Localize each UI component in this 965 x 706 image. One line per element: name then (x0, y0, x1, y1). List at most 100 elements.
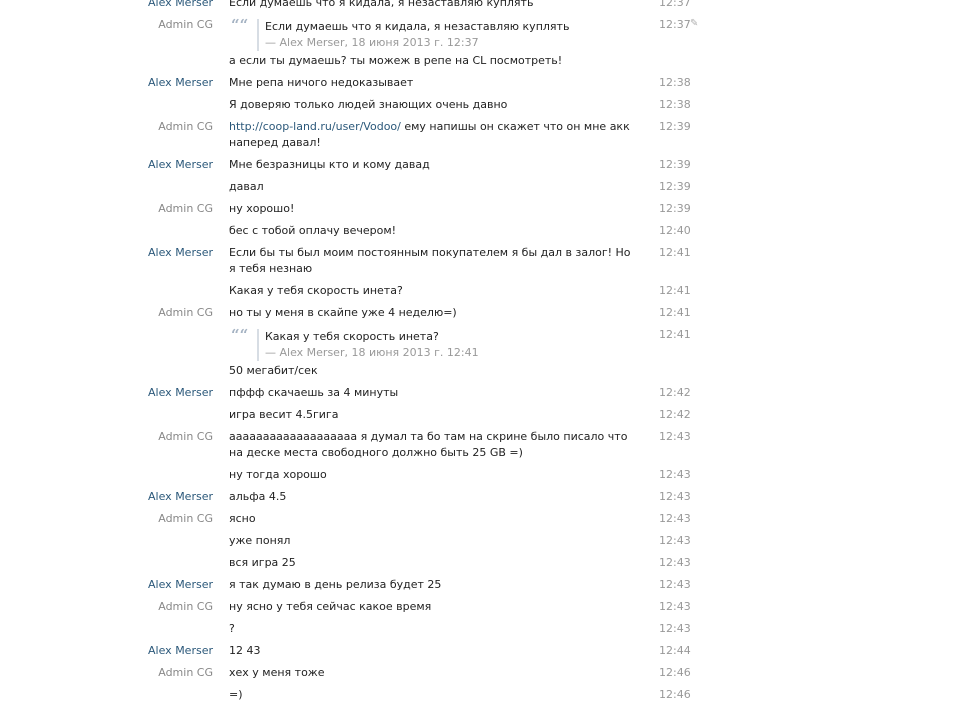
quote-icon: ““ (231, 326, 249, 344)
message-author-link[interactable]: Admin CG (158, 201, 213, 217)
message-row: Alex Merser пффф скачаешь за 4 минуты 12:4… (0, 382, 965, 404)
message-row: ““ Какая у тебя скорость инета? — Alex Mer… (0, 324, 965, 382)
message-author-link[interactable]: Admin CG (158, 599, 213, 615)
message-content: пффф скачаешь за 4 минуты (229, 382, 634, 404)
message-content: игра весит 4.5гига (229, 404, 634, 426)
message-content: =) (229, 684, 634, 706)
message-row: ну тогда хорошо 12:43 (0, 464, 965, 486)
quote-text: Какая у тебя скорость инета? (265, 330, 439, 343)
message-text: ааааааааааааааааааа я думал та бо там на… (229, 430, 628, 459)
message-author-link[interactable]: Alex Merser (148, 157, 213, 173)
message-content: бес с тобой оплачу вечером! (229, 220, 634, 242)
message-content: Я доверяю только людей знающих очень дав… (229, 94, 634, 116)
pencil-icon[interactable]: ✎ (690, 18, 698, 29)
message-row: уже понял 12:43 (0, 530, 965, 552)
message-row: Alex Merser Если думаешь что я кидала, я … (0, 0, 965, 14)
message-author-link[interactable]: Alex Merser (148, 75, 213, 91)
message-time: 12:39 (659, 202, 691, 215)
message-row: Admin CG ну хорошо! 12:39 (0, 198, 965, 220)
message-author-link[interactable]: Admin CG (158, 305, 213, 321)
message-text: пффф скачаешь за 4 минуты (229, 386, 399, 399)
message-text: Я доверяю только людей знающих очень дав… (229, 98, 508, 111)
message-content: http://coop-land.ru/user/Vodoo/ ему напи… (229, 116, 634, 154)
message-time: 12:41 (659, 246, 691, 259)
message-text: 12 43 (229, 644, 261, 657)
message-content: 12 43 (229, 640, 634, 662)
message-time: 12:46 (659, 688, 691, 701)
message-author-link[interactable]: Alex Merser (148, 577, 213, 593)
message-text: Если бы ты был моим постоянным покупател… (229, 246, 631, 275)
message-author-link[interactable]: Alex Merser (148, 0, 213, 11)
message-text: ну тогда хорошо (229, 468, 327, 481)
message-text: вся игра 25 (229, 556, 296, 569)
message-text: ну хорошо! (229, 202, 295, 215)
message-time: 12:41 (659, 328, 691, 341)
message-time: 12:43 (659, 556, 691, 569)
message-time: 12:40 (659, 224, 691, 237)
message-time: 12:39 (659, 180, 691, 193)
message-content: вся игра 25 (229, 552, 634, 574)
message-time: 12:38 (659, 98, 691, 111)
message-text: ? (229, 622, 235, 635)
message-time: 12:44 (659, 644, 691, 657)
message-content: Если думаешь что я кидала, я незаставляю… (229, 0, 634, 14)
message-row: Admin CG ““ Если думаешь что я кидала, я н… (0, 14, 965, 72)
message-content: но ты у меня в скайпе уже 4 неделю=) (229, 302, 634, 324)
message-time: 12:43 (659, 600, 691, 613)
message-author-link[interactable]: Admin CG (158, 511, 213, 527)
message-time: 12:39 (659, 158, 691, 171)
message-time: 12:41 (659, 284, 691, 297)
message-author-link[interactable]: Alex Merser (148, 489, 213, 505)
message-time: 12:39 (659, 120, 691, 133)
message-row: Admin CG ну ясно у тебя сейчас какое врем… (0, 596, 965, 618)
message-time: 12:43 (659, 622, 691, 635)
message-text: Мне репа ничого недоказывает (229, 76, 414, 89)
message-author-link[interactable]: Alex Merser (148, 245, 213, 261)
message-author-link[interactable]: Alex Merser (148, 385, 213, 401)
message-content: я так думаю в день релиза будет 25 (229, 574, 634, 596)
message-quote: ““ Какая у тебя скорость инета? — Alex Mer… (229, 326, 634, 361)
message-content: давал (229, 176, 634, 198)
message-time: 12:37 (659, 0, 691, 9)
message-text: 50 мегабит/сек (229, 364, 318, 377)
message-row: бес с тобой оплачу вечером! 12:40 (0, 220, 965, 242)
message-content: ясно (229, 508, 634, 530)
message-row: =) 12:46 (0, 684, 965, 706)
message-text: давал (229, 180, 264, 193)
message-content: ? (229, 618, 634, 640)
message-content: Какая у тебя скорость инета? (229, 280, 634, 302)
message-time: 12:41 (659, 306, 691, 319)
message-row: Я доверяю только людей знающих очень дав… (0, 94, 965, 116)
message-author-link[interactable]: Admin CG (158, 119, 213, 135)
message-link[interactable]: http://coop-land.ru/user/Vodoo/ (229, 120, 401, 133)
message-content: хех у меня тоже (229, 662, 634, 684)
message-row: Alex Merser Мне безразницы кто и кому дав… (0, 154, 965, 176)
message-row: вся игра 25 12:43 (0, 552, 965, 574)
message-author-link[interactable]: Admin CG (158, 665, 213, 681)
message-text: но ты у меня в скайпе уже 4 неделю=) (229, 306, 457, 319)
message-text: Если думаешь что я кидала, я незаставляю… (229, 0, 534, 9)
message-author-link[interactable]: Admin CG (158, 429, 213, 445)
message-text: ну ясно у тебя сейчас какое время (229, 600, 432, 613)
message-text: бес с тобой оплачу вечером! (229, 224, 397, 237)
message-content: Мне репа ничого недоказывает (229, 72, 634, 94)
quote-icon: ““ (231, 16, 249, 34)
message-row: Admin CG ааааааааааааааааааа я думал та б… (0, 426, 965, 464)
message-time: 12:43 (659, 578, 691, 591)
message-author-link[interactable]: Alex Merser (148, 643, 213, 659)
message-content: ““ Если думаешь что я кидала, я незаставл… (229, 14, 634, 72)
message-quote: ““ Если думаешь что я кидала, я незаставл… (229, 16, 634, 51)
chat-history: Alex Merser Если думаешь что я кидала, я … (0, 0, 965, 706)
message-row: Admin CG http://coop-land.ru/user/Vodoo/ … (0, 116, 965, 154)
message-text: игра весит 4.5гига (229, 408, 339, 421)
quote-meta: — Alex Merser, 18 июня 2013 г. 12:41 (265, 346, 479, 359)
message-time: 12:37 (659, 18, 691, 31)
message-row: Alex Merser Мне репа ничого недоказывает 1… (0, 72, 965, 94)
message-text: а если ты думаешь? ты можеж в репе на CL… (229, 54, 563, 67)
message-time: 12:42 (659, 408, 691, 421)
message-content: ну ясно у тебя сейчас какое время (229, 596, 634, 618)
quote-text: Если думаешь что я кидала, я незаставляю… (265, 20, 570, 33)
message-author-link[interactable]: Admin CG (158, 17, 213, 33)
message-row: Alex Merser я так думаю в день релиза буд… (0, 574, 965, 596)
message-time: 12:43 (659, 534, 691, 547)
